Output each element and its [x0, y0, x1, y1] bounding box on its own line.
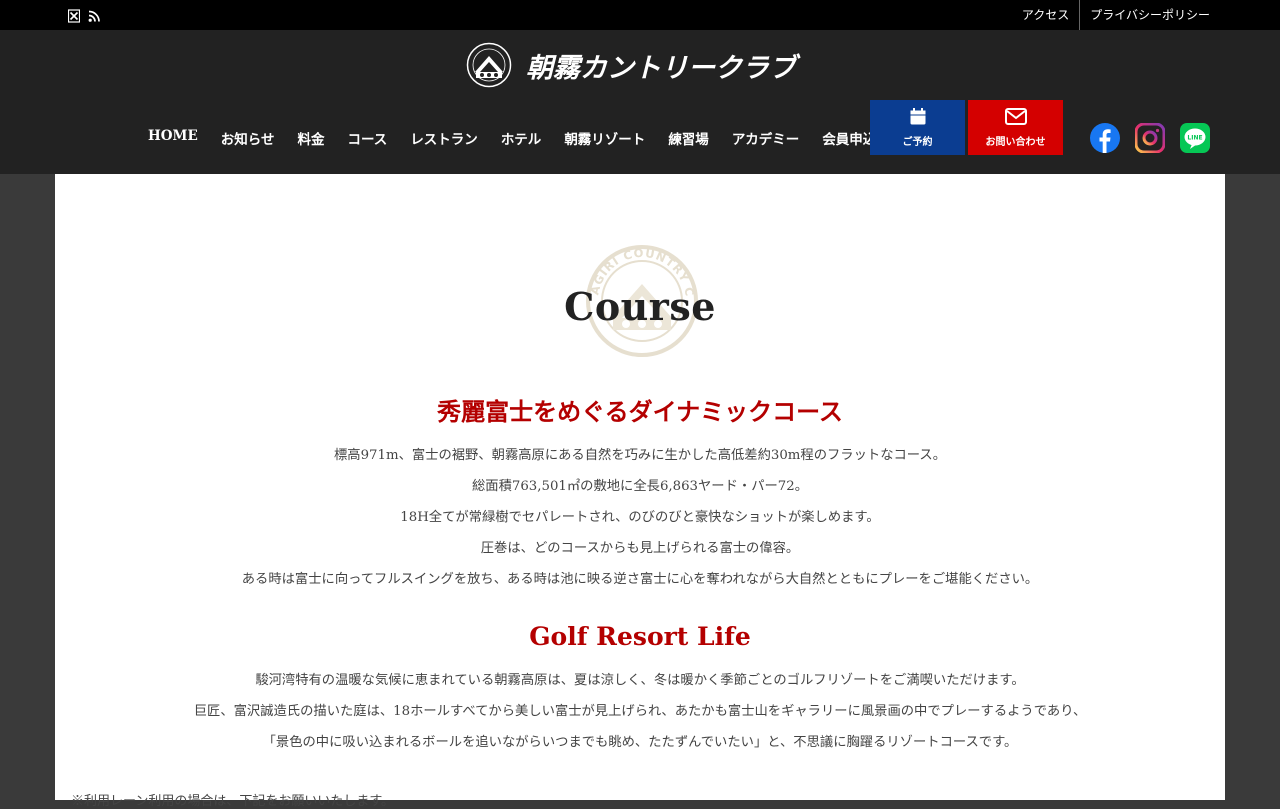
rss-icon[interactable] — [88, 8, 100, 22]
top-links: アクセス プライバシーポリシー — [1012, 0, 1210, 30]
svg-text:LINE: LINE — [1187, 135, 1202, 142]
contact-button[interactable]: お問い合わせ — [968, 100, 1063, 155]
top-bar: アクセス プライバシーポリシー — [0, 0, 1280, 30]
nav-course[interactable]: コース — [347, 128, 387, 148]
paragraph: 標高971m、富士の裾野、朝霧高原にある自然を巧みに生かした高低差約30m程のフ… — [333, 448, 947, 463]
page-title: Course — [564, 284, 716, 329]
section-title-golf-resort-life: Golf Resort Life — [529, 622, 751, 651]
x-social-icon[interactable] — [67, 8, 81, 23]
paragraph: 巨匠、富沢誠造氏の描いた庭は、18ホールすべてから美しい富士が見上げられ、あたか… — [193, 704, 1087, 719]
reserve-label: ご予約 — [902, 136, 933, 148]
calendar-icon — [910, 107, 926, 128]
top-social-icons — [67, 8, 100, 23]
mail-icon — [1004, 107, 1027, 128]
paragraph: ある時は富士に向ってフルスイングを放ち、ある時は池に映る逆さ富士に心を奪われなが… — [241, 572, 1039, 587]
reserve-button[interactable]: ご予約 — [870, 100, 965, 155]
contact-label: お問い合わせ — [985, 136, 1046, 148]
nav-academy[interactable]: アカデミー — [732, 128, 800, 148]
section-body-dynamic-course: 標高971m、富士の裾野、朝霧高原にある自然を巧みに生かした高低差約30m程のフ… — [55, 440, 1225, 595]
section-title-dynamic-course: 秀麗富士をめぐるダイナミックコース — [437, 397, 843, 426]
nav-news[interactable]: お知らせ — [221, 128, 275, 148]
access-link[interactable]: アクセス — [1012, 0, 1079, 30]
main-nav: HOME お知らせ 料金 コース レストラン ホテル 朝霧リゾート 練習場 アカ… — [148, 128, 899, 148]
paragraph: 圧巻は、どのコースからも見上げられる富士の偉容。 — [480, 541, 800, 556]
privacy-policy-link[interactable]: プライバシーポリシー — [1079, 0, 1210, 30]
paragraph: 駿河湾特有の温暖な気候に恵まれている朝霧高原は、夏は涼しく、冬は暖かく季節ごとの… — [255, 673, 1025, 688]
nav-practice-range[interactable]: 練習場 — [668, 128, 709, 148]
nav-home[interactable]: HOME — [148, 128, 198, 148]
paragraph: 総面積763,501㎡の敷地に全長6,863ヤード・パー72。 — [471, 479, 809, 494]
site-header: 朝霧カントリークラブ HOME お知らせ 料金 コース レストラン ホテル 朝霧… — [0, 30, 1280, 174]
nav-membership[interactable]: 会員申込 — [822, 128, 876, 148]
site-logo[interactable]: 朝霧カントリークラブ — [466, 42, 796, 88]
paragraph: 18H全てが常緑樹でセパレートされ、のびのびと豪快なショットが楽しめます。 — [400, 510, 880, 525]
nav-resort[interactable]: 朝霧リゾート — [564, 128, 645, 148]
facebook-icon[interactable] — [1090, 123, 1120, 153]
logo-emblem-icon — [466, 42, 512, 88]
nav-restaurant[interactable]: レストラン — [410, 128, 478, 148]
instagram-icon[interactable] — [1134, 122, 1166, 154]
paragraph: 「景色の中に吸い込まれるボールを追いながらいつまでも眺め、たたずんでいたい」と、… — [262, 735, 1018, 750]
nav-fees[interactable]: 料金 — [297, 128, 324, 148]
sns-links: LINE — [1090, 122, 1210, 154]
nav-hotel[interactable]: ホテル — [501, 128, 542, 148]
main-content: AGIRI COUNTRY CLUB Course 秀麗富士をめぐるダイナミック… — [55, 174, 1225, 809]
line-icon[interactable]: LINE — [1180, 123, 1210, 153]
logo-wordmark: 朝霧カントリークラブ — [526, 52, 796, 84]
section-body-golf-resort-life: 駿河湾特有の温暖な気候に恵まれている朝霧高原は、夏は涼しく、冬は暖かく季節ごとの… — [55, 665, 1225, 758]
